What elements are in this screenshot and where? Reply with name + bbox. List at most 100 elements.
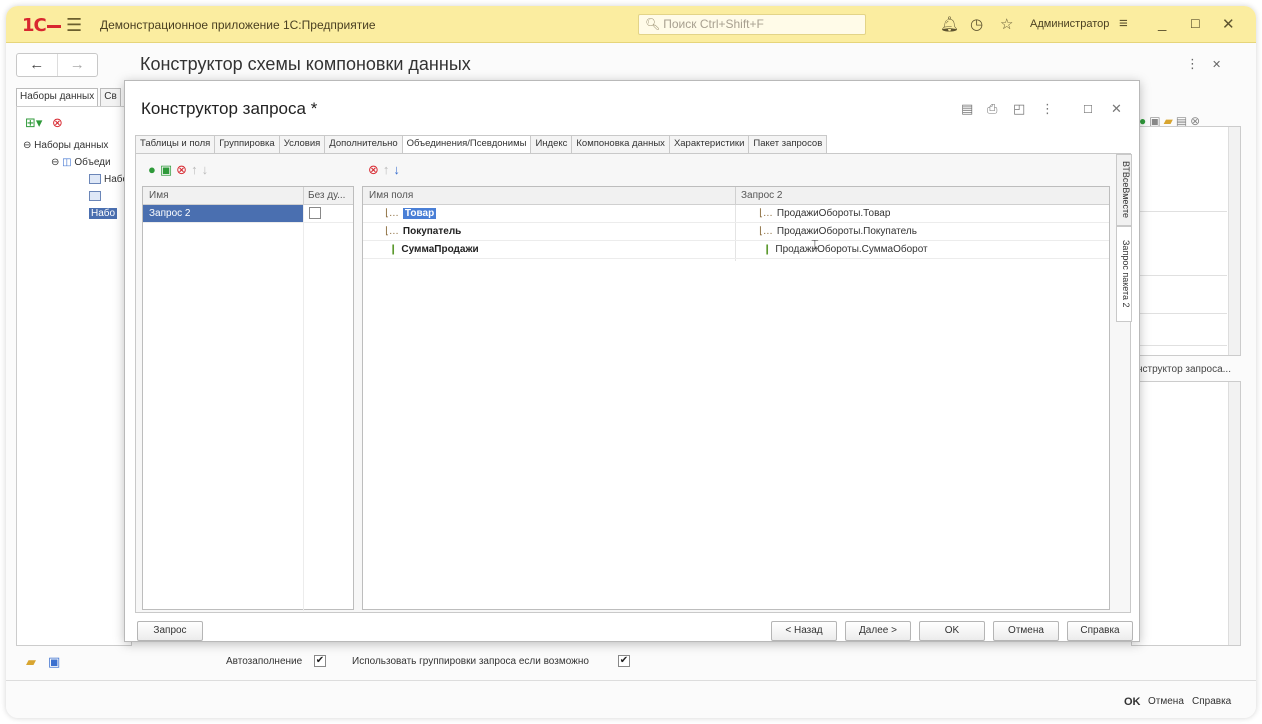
query-builder-dialog: Конструктор запроса * ▤ ⎙ ◰ ⋮ ☐ ✕ Таблиц…	[124, 80, 1140, 642]
tab-conditions[interactable]: Условия	[278, 135, 326, 153]
field-name-cell[interactable]: Товар	[402, 208, 437, 219]
mouse-cursor-icon: ⌶	[811, 237, 819, 252]
move-down-icon[interactable]: ↓	[202, 162, 213, 177]
tab-unions-aliases[interactable]: Объединения/Псевдонимы	[401, 135, 532, 153]
help-button[interactable]: Справка	[1067, 621, 1133, 641]
tab-links[interactable]: Св	[100, 88, 121, 106]
field-name-cell[interactable]: Покупатель	[403, 226, 461, 237]
user-name[interactable]: Администратор	[1030, 18, 1109, 30]
field-source-cell[interactable]: ПродажиОбороты.Покупатель	[777, 226, 917, 237]
tab-index[interactable]: Индекс	[530, 135, 573, 153]
query-builder-link[interactable]: нструктор запроса...	[1137, 364, 1231, 375]
dialog-title: Конструктор запроса *	[141, 99, 318, 118]
tab-advanced[interactable]: Дополнительно	[324, 135, 403, 153]
maximize-icon[interactable]: ☐	[1083, 103, 1093, 116]
col-nodup-header[interactable]: Без ду...	[308, 190, 345, 201]
tree-root[interactable]: ⊖ Наборы данных	[23, 137, 131, 154]
table-row[interactable]: ⌊… Товар ⌊… ПродажиОбороты.Товар	[363, 205, 1109, 223]
grid-header: Имя Без ду...	[143, 187, 353, 205]
cancel-button[interactable]: Отмена	[993, 621, 1059, 641]
field-source-cell[interactable]: ПродажиОбороты.СуммаОборот	[775, 244, 927, 255]
ok-button[interactable]: OK	[919, 621, 985, 641]
query-text-area[interactable]	[1131, 381, 1241, 646]
queries-toolbar: ●▣⊗↑↓	[148, 162, 212, 178]
copy-query-icon[interactable]: ▣	[160, 162, 176, 177]
tab-query-batch[interactable]: Пакет запросов	[748, 135, 828, 153]
col-name-header[interactable]: Имя	[149, 190, 168, 201]
dimension-icon: ⌊…	[385, 226, 399, 237]
close-icon[interactable]: ✕	[1222, 15, 1235, 33]
more-icon[interactable]: ⋮	[1186, 56, 1199, 72]
dimension-icon: ⌊…	[759, 208, 773, 219]
import-icon[interactable]: ▰	[26, 654, 36, 670]
vtab-batch-query-2[interactable]: Запрос пакета 2	[1116, 226, 1132, 322]
bell-icon[interactable]: 🔔︎	[940, 15, 959, 33]
status-cancel-button[interactable]: Отмена	[1148, 696, 1184, 707]
maximize-icon[interactable]: ☐	[1190, 17, 1201, 31]
form-close-icon[interactable]: ✕	[1212, 58, 1221, 71]
logo-text: 1С	[22, 15, 47, 36]
add-dataset-icon[interactable]: ⊞▾	[25, 115, 42, 130]
delete-dataset-icon[interactable]: ⊗	[52, 115, 63, 130]
tab-datasets[interactable]: Наборы данных	[16, 88, 99, 106]
form-tabs: Наборы данных Св	[16, 88, 123, 106]
use-groupings-checkbox[interactable]: ✔	[618, 655, 630, 667]
no-duplicates-checkbox[interactable]	[309, 207, 321, 219]
scrollbar[interactable]	[1228, 382, 1240, 645]
table-row[interactable]: ⌊… Покупатель ⌊… ПродажиОбороты.Покупатель	[363, 223, 1109, 241]
scrollbar[interactable]	[1228, 127, 1240, 355]
settings-icon[interactable]: ≡	[1119, 15, 1128, 32]
back-button[interactable]: < Назад	[771, 621, 837, 641]
save-icon[interactable]: ▤	[961, 101, 973, 117]
more-icon[interactable]: ⋮	[1041, 101, 1054, 117]
search-icon: 🔍︎	[645, 17, 661, 31]
fields-grid: Имя поля Запрос 2 ⌊… Товар ⌊… ПродажиОборо…	[362, 186, 1110, 610]
tree-item-selected[interactable]: Набо	[23, 188, 131, 222]
delete-query-icon[interactable]: ⊗	[176, 162, 191, 177]
tab-tables-fields[interactable]: Таблицы и поля	[135, 135, 216, 153]
field-source-cell[interactable]: ПродажиОбороты.Товар	[777, 208, 891, 219]
add-query-icon[interactable]: ●	[148, 162, 160, 177]
status-ok-button[interactable]: OK	[1124, 696, 1141, 708]
datasets-panel: ⊞▾ ⊗ ⊖ Наборы данных ⊖ ◫ Объеди Набо Наб…	[16, 106, 132, 646]
grid-header: Имя поля Запрос 2	[363, 187, 1109, 205]
forward-arrow-icon[interactable]: →	[56, 54, 98, 76]
col-query2-header[interactable]: Запрос 2	[741, 190, 782, 201]
autofill-checkbox[interactable]: ✔	[314, 655, 326, 667]
tab-characteristics[interactable]: Характеристики	[668, 135, 750, 153]
star-icon[interactable]: ☆	[1000, 15, 1013, 33]
query-button[interactable]: Запрос	[137, 621, 203, 641]
tree-item[interactable]: Набо	[23, 171, 131, 188]
vtab-all-together[interactable]: ВТВсеВместе	[1116, 154, 1132, 226]
table-row[interactable]: Запрос 2	[143, 205, 353, 223]
fields-list	[1131, 126, 1241, 356]
field-up-icon[interactable]: ↑	[383, 162, 394, 177]
query-name-cell: Запрос 2	[149, 208, 191, 219]
save-icon[interactable]: ▣	[48, 654, 60, 670]
dialog-close-icon[interactable]: ✕	[1111, 101, 1122, 117]
tab-grouping[interactable]: Группировка	[214, 135, 280, 153]
search-input[interactable]: 🔍︎ Поиск Ctrl+Shift+F	[638, 14, 866, 35]
history-icon[interactable]: ◷	[970, 15, 983, 33]
menu-icon[interactable]: ☰	[66, 15, 82, 36]
col-field-name-header[interactable]: Имя поля	[369, 190, 413, 201]
datasets-tree: ⊖ Наборы данных ⊖ ◫ Объеди Набо Набо	[23, 137, 131, 222]
app-logo[interactable]: 1С	[22, 15, 61, 36]
next-button[interactable]: Далее >	[845, 621, 911, 641]
tree-union[interactable]: ⊖ ◫ Объеди	[23, 154, 131, 171]
query-vertical-tabs: ВТВсеВместе Запрос пакета 2	[1116, 154, 1132, 324]
delete-field-icon[interactable]: ⊗	[368, 162, 383, 177]
status-help-button[interactable]: Справка	[1192, 696, 1231, 707]
fields-toolbar: ⊗↑↓	[368, 162, 404, 178]
tree-union-label: Объеди	[74, 157, 111, 168]
move-up-icon[interactable]: ↑	[191, 162, 202, 177]
back-arrow-icon[interactable]: ←	[17, 54, 57, 76]
minimize-icon[interactable]: _	[1158, 15, 1166, 32]
field-name-cell[interactable]: СуммаПродажи	[401, 244, 478, 255]
print-icon[interactable]: ⎙	[987, 101, 997, 117]
nav-buttons: ← →	[16, 53, 98, 77]
field-down-icon[interactable]: ↓	[393, 162, 404, 177]
table-row[interactable]: ❙ СуммаПродажи ❙ ПродажиОбороты.СуммаОборо…	[363, 241, 1109, 259]
preview-icon[interactable]: ◰	[1013, 101, 1025, 117]
tab-data-composition[interactable]: Компоновка данных	[571, 135, 670, 153]
